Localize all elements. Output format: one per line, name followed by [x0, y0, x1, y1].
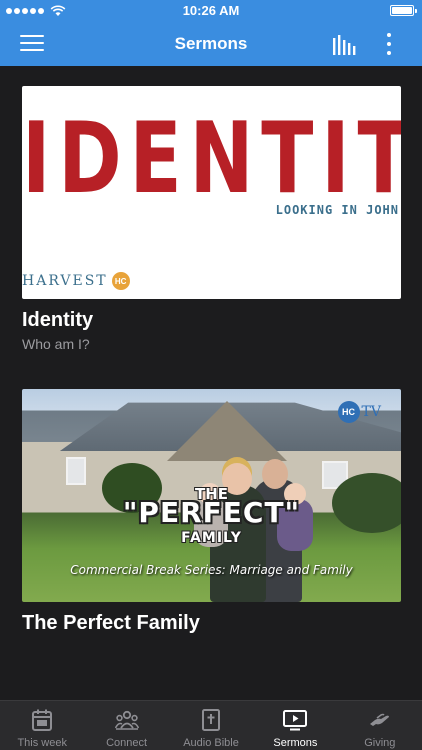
nav-bar: Sermons — [0, 22, 422, 66]
artwork-subline: FAMILY — [181, 530, 242, 546]
video-play-icon — [283, 710, 308, 731]
artwork-tagline: LOOKING IN JOHN — [275, 203, 399, 217]
hc-logo-icon: HC — [337, 401, 360, 423]
tab-label: This week — [17, 737, 67, 749]
sermon-card-perfect-family[interactable]: HC TV THE "PERFECT" FAMILY Commercial Br… — [22, 389, 401, 635]
hc-tv-logo: HC TV — [337, 401, 381, 423]
tab-connect[interactable]: Connect — [84, 701, 168, 750]
sermon-artwork-perfect-family[interactable]: HC TV THE "PERFECT" FAMILY Commercial Br… — [22, 389, 401, 602]
tab-this-week[interactable]: This week — [0, 701, 84, 750]
house-window — [66, 457, 86, 485]
tab-sermons[interactable]: Sermons — [253, 701, 337, 750]
battery-full-icon — [390, 5, 417, 16]
more-vertical-icon[interactable] — [380, 32, 398, 56]
tab-audio-bible[interactable]: Audio Bible — [169, 701, 253, 750]
giving-hand-icon — [369, 713, 389, 726]
status-bar: 10:26 AM — [0, 0, 422, 22]
sermon-artwork-identity[interactable]: IDENTITY LOOKING IN JOHN HARVEST HC — [22, 86, 401, 299]
tab-giving[interactable]: Giving — [338, 701, 422, 750]
sermon-subtitle: Who am I? — [22, 336, 90, 352]
tab-label: Sermons — [273, 737, 318, 749]
tab-label: Connect — [106, 737, 148, 749]
sermon-card-identity[interactable]: IDENTITY LOOKING IN JOHN HARVEST HC Iden… — [22, 86, 401, 352]
bible-icon — [202, 709, 221, 731]
hc-logo-icon: HC — [111, 272, 130, 290]
sermon-list[interactable]: IDENTITY LOOKING IN JOHN HARVEST HC Iden… — [0, 66, 422, 700]
calendar-icon — [32, 709, 53, 731]
tv-logo-text: TV — [361, 404, 381, 420]
sermon-title: The Perfect Family — [22, 612, 200, 634]
sermon-title: Identity — [22, 309, 94, 331]
tab-label: Giving — [364, 737, 396, 749]
people-group-icon — [114, 710, 139, 730]
audio-bars-icon[interactable] — [332, 33, 356, 55]
harvest-logo: HARVEST HC — [22, 272, 130, 290]
artwork-headline: "PERFECT" — [122, 496, 301, 529]
tab-bar: This week Connect Audio Bible Sermons Gi… — [0, 700, 422, 750]
artwork-headline: IDENTITY — [22, 102, 401, 216]
artwork-caption: Commercial Break Series: Marriage and Fa… — [70, 563, 353, 577]
tab-label: Audio Bible — [183, 737, 239, 749]
brand-name: HARVEST — [22, 273, 108, 289]
page-title: Sermons — [174, 34, 248, 53]
status-time: 10:26 AM — [182, 3, 240, 18]
